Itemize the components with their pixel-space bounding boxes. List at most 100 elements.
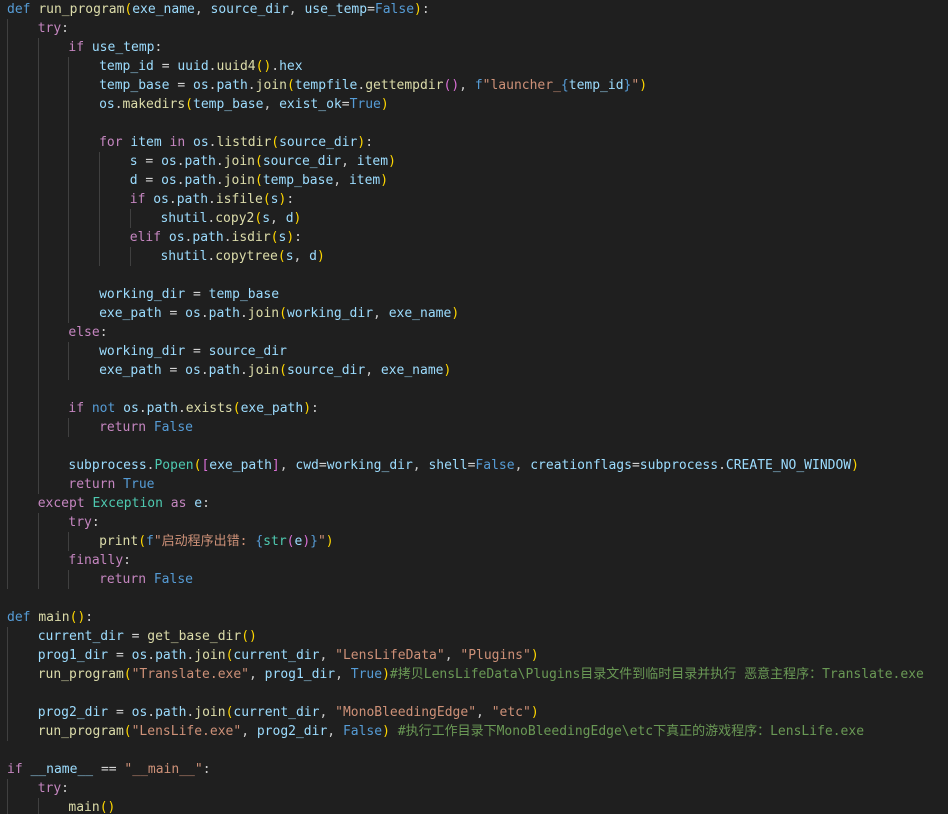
code-token: as: [170, 496, 187, 511]
indent-guide: [37, 57, 39, 76]
code-line[interactable]: prog2_dir = os.path.join(current_dir, "M…: [0, 703, 948, 722]
code-token: "etc": [491, 705, 531, 720]
code-line[interactable]: [0, 266, 948, 285]
indent-guide: [7, 532, 8, 551]
code-line[interactable]: print(f"启动程序出错: {str(e)}"): [0, 532, 948, 551]
code-line[interactable]: subprocess.Popen([exe_path], cwd=working…: [0, 456, 948, 475]
code-token: "MonoBleedingEdge": [335, 705, 477, 720]
code-line[interactable]: if os.path.isfile(s):: [0, 190, 948, 209]
code-token: .: [176, 154, 185, 169]
code-line[interactable]: working_dir = temp_base: [0, 285, 948, 304]
code-line[interactable]: return False: [0, 570, 948, 589]
code-line[interactable]: shutil.copytree(s, d): [0, 247, 948, 266]
code-line[interactable]: try:: [0, 513, 948, 532]
code-line[interactable]: if use_temp:: [0, 38, 948, 57]
code-line[interactable]: return False: [0, 418, 948, 437]
code-line[interactable]: shutil.copy2(s, d): [0, 209, 948, 228]
code-line[interactable]: try:: [0, 779, 948, 798]
code-line[interactable]: os.makedirs(temp_base, exist_ok=True): [0, 95, 948, 114]
code-token: ): [382, 724, 390, 739]
indent-guide: [7, 475, 8, 494]
code-token: temp_id: [568, 78, 624, 93]
code-line[interactable]: exe_path = os.path.join(working_dir, exe…: [0, 304, 948, 323]
indent-guide: [7, 114, 8, 133]
code-line[interactable]: [0, 380, 948, 399]
code-token: path: [176, 192, 209, 207]
code-token: ,: [288, 2, 305, 17]
indent-guide: [37, 95, 39, 114]
code-token: :: [99, 325, 108, 340]
code-token: ,: [476, 705, 492, 720]
code-line[interactable]: def run_program(exe_name, source_dir, us…: [0, 0, 948, 19]
code-token: ,: [270, 211, 286, 226]
code-token: ,: [444, 648, 461, 663]
code-token: :: [123, 553, 131, 568]
code-line[interactable]: def main():: [0, 608, 948, 627]
code-line[interactable]: temp_id = uuid.uuid4().hex: [0, 57, 948, 76]
code-line[interactable]: s = os.path.join(source_dir, item): [0, 152, 948, 171]
code-token: .: [239, 306, 248, 321]
code-line[interactable]: exe_path = os.path.join(source_dir, exe_…: [0, 361, 948, 380]
code-line[interactable]: working_dir = source_dir: [0, 342, 948, 361]
code-line[interactable]: [0, 684, 948, 703]
code-token: os: [131, 705, 148, 720]
code-line[interactable]: d = os.path.join(temp_base, item): [0, 171, 948, 190]
code-line[interactable]: temp_base = os.path.join(tempfile.gettem…: [0, 76, 948, 95]
indent-guide: [37, 266, 39, 285]
code-token: isdir: [231, 230, 271, 245]
code-token: =: [192, 344, 201, 359]
code-token: exe_path: [240, 401, 304, 416]
code-token: :: [202, 762, 211, 777]
code-line[interactable]: for item in os.listdir(source_dir):: [0, 133, 948, 152]
code-line[interactable]: if not os.path.exists(exe_path):: [0, 399, 948, 418]
code-line[interactable]: prog1_dir = os.path.join(current_dir, "L…: [0, 646, 948, 665]
indent-guide: [68, 228, 70, 247]
code-token: working_dir: [99, 344, 186, 359]
code-line[interactable]: run_program("LensLife.exe", prog2_dir, F…: [0, 722, 948, 741]
indent-guide: [7, 456, 8, 475]
code-token: ,: [327, 724, 343, 739]
code-line[interactable]: return True: [0, 475, 948, 494]
indent-guide: [7, 779, 8, 798]
code-line[interactable]: try:: [0, 19, 948, 38]
code-token: tempfile: [294, 78, 358, 93]
code-token: makedirs: [122, 97, 186, 112]
code-token: ): [286, 230, 295, 245]
indent-guide: [68, 342, 70, 361]
code-line[interactable]: except Exception as e:: [0, 494, 948, 513]
code-token: ,: [319, 705, 336, 720]
indent-guide: [68, 190, 70, 209]
code-token: #执行工作目录下MonoBleedingEdge\etc下真正的游戏程序：Len…: [397, 724, 865, 739]
code-line[interactable]: current_dir = get_base_dir(): [0, 627, 948, 646]
indent-guide: [37, 190, 39, 209]
code-editor[interactable]: def run_program(exe_name, source_dir, us…: [0, 0, 948, 814]
code-line[interactable]: [0, 741, 948, 760]
code-token: exe_path: [99, 363, 162, 378]
indent-guide: [68, 209, 70, 228]
code-token: ,: [514, 458, 531, 473]
code-token: =: [367, 2, 375, 17]
code-line[interactable]: run_program("Translate.exe", prog1_dir, …: [0, 665, 948, 684]
code-line[interactable]: main(): [0, 798, 948, 814]
code-line[interactable]: else:: [0, 323, 948, 342]
code-token: os: [193, 78, 209, 93]
indent-guide: [7, 684, 8, 703]
code-token: .: [215, 154, 224, 169]
code-token: return: [99, 420, 147, 435]
code-line[interactable]: if __name__ == "__main__":: [0, 760, 948, 779]
code-line[interactable]: [0, 114, 948, 133]
indent-guide: [7, 152, 8, 171]
code-line[interactable]: elif os.path.isdir(s):: [0, 228, 948, 247]
indent-guide: [68, 361, 70, 380]
indent-guide: [7, 19, 8, 38]
code-line[interactable]: [0, 589, 948, 608]
code-token: ): [293, 211, 302, 226]
code-line[interactable]: [0, 437, 948, 456]
code-token: (: [271, 135, 280, 150]
code-token: :: [61, 781, 69, 796]
code-line[interactable]: finally:: [0, 551, 948, 570]
indent-guide: [7, 513, 8, 532]
